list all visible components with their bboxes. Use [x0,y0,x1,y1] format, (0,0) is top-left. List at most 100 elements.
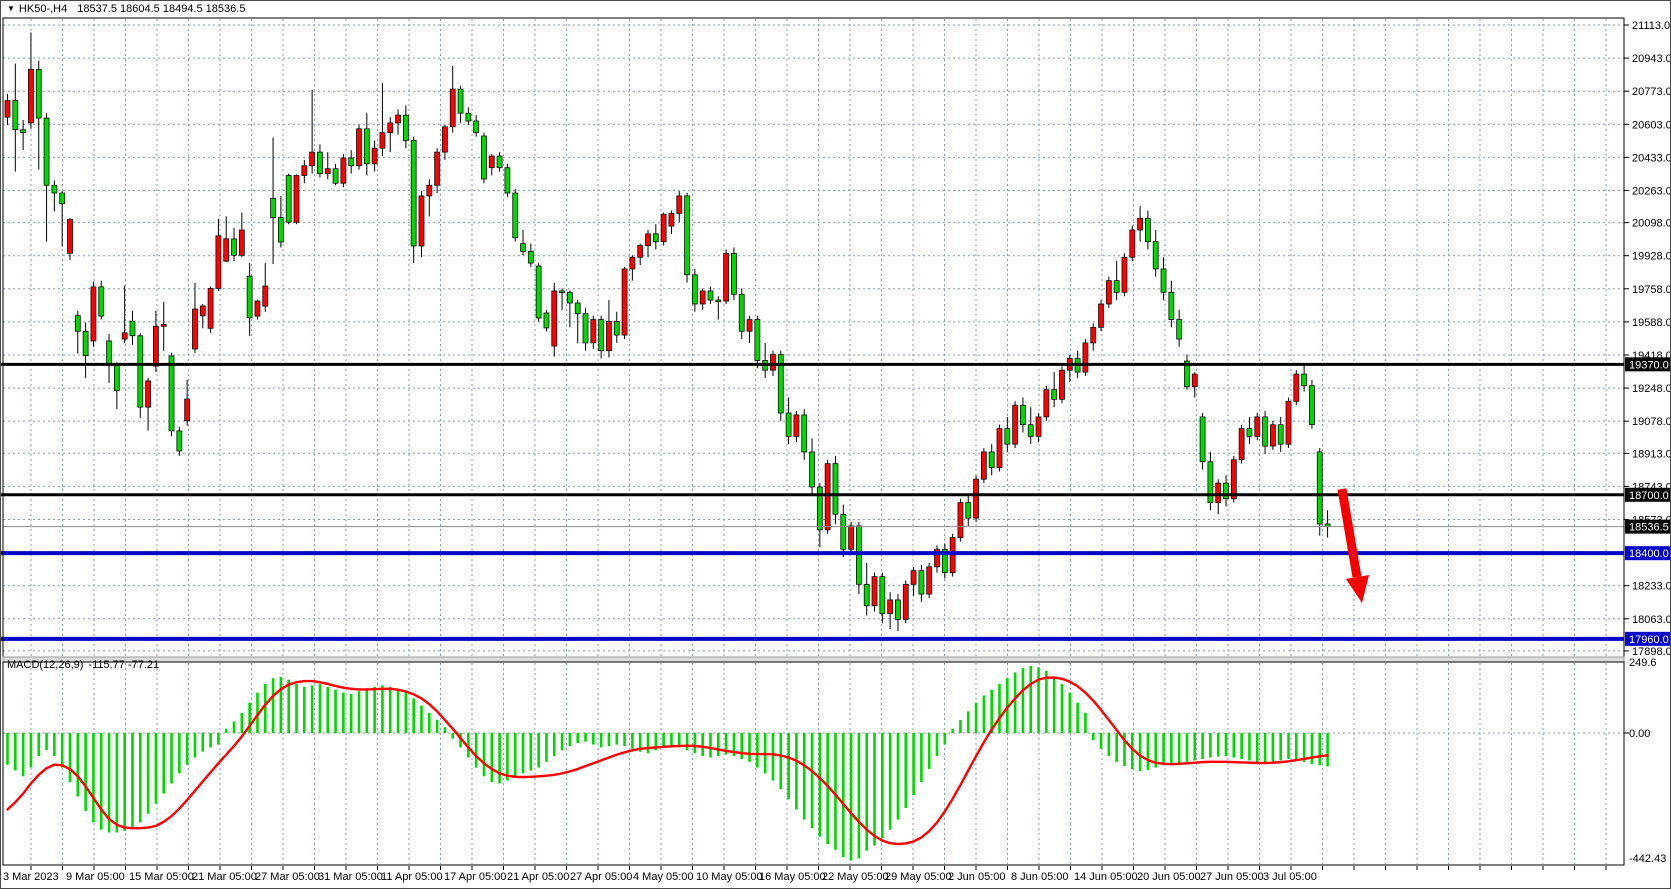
macd-params-label: MACD(12,26,9) [7,659,83,671]
time-axis-label: 16 May 05:00 [759,871,826,883]
macd-histogram-bar [14,733,17,770]
time-axis-label: 8 Jun 05:00 [1011,871,1069,883]
candle-body [419,196,424,246]
macd-histogram-bar [147,733,150,814]
macd-histogram-bar [1029,666,1032,733]
candle-body [44,118,49,185]
time-axis-label: 27 Jun 05:00 [1200,871,1264,883]
macd-histogram-bar [194,733,197,758]
time-axis-label: 31 Mar 05:00 [318,871,383,883]
candle-body [1153,242,1158,269]
macd-histogram-bar [983,696,986,733]
macd-histogram-bar [975,703,978,733]
time-axis-label: 21 Apr 05:00 [507,871,569,883]
candle-body [325,169,330,174]
macd-histogram-bar [686,733,689,750]
candle-body [91,287,96,341]
candle-body [903,584,908,619]
time-axis-label: 9 Mar 05:00 [66,871,125,883]
price-badge-label: 19370.0 [1629,359,1669,371]
macd-histogram-bar [1108,733,1111,756]
candle-body [60,193,65,204]
price-axis-label: 19928.0 [1632,251,1671,263]
candle-body [497,156,502,168]
macd-histogram-bar [350,694,353,733]
macd-histogram-bar [170,733,173,783]
macd-histogram-bar [280,677,283,733]
candle-body [185,399,190,421]
candle-body [1270,425,1275,446]
candle-body [685,196,690,275]
chart-canvas[interactable]: 21113.020943.020773.020603.020433.020263… [1,1,1671,889]
candle-body [1028,425,1033,437]
macd-histogram-bar [272,678,275,733]
time-axis-label: 27 Mar 05:00 [255,871,320,883]
macd-histogram-bar [451,733,454,739]
macd-histogram-bar [779,733,782,789]
time-axis-label: 2 Jun 05:00 [948,871,1006,883]
time-axis-label: 11 Apr 05:00 [381,871,443,883]
candle-body [36,69,41,118]
macd-histogram-bar [873,733,876,845]
macd-histogram-bar [740,733,743,759]
candle-body [1106,281,1111,304]
candle-body [1192,374,1197,387]
macd-histogram-bar [545,733,548,762]
macd-histogram-bar [803,733,806,820]
macd-histogram-bar [1201,733,1204,759]
price-axis-label: 18913.0 [1632,448,1671,460]
candle-body [638,246,643,258]
macd-histogram-bar [139,733,142,822]
macd-histogram-bar [1115,733,1118,762]
candle-body [974,479,979,518]
time-axis-label: 22 May 05:00 [822,871,889,883]
candle-body [1036,417,1041,436]
candle-body [481,136,486,179]
macd-histogram-bar [959,720,962,733]
macd-histogram-bar [233,721,236,733]
macd-histogram-bar [342,693,345,733]
candle-body [1255,417,1260,436]
candle-body [1013,405,1018,444]
macd-histogram-bar [1193,733,1196,760]
time-axis-label: 3 Jul 05:00 [1263,871,1317,883]
candle-body [1169,292,1174,319]
macd-histogram-bar [1287,733,1290,759]
candle-body [286,175,291,222]
macd-histogram-bar [1225,733,1228,756]
candle-body [208,288,213,328]
candle-body [1200,417,1205,462]
chart-title: ▼HK50-,H418537.5 18604.5 18494.5 18536.5 [7,3,245,15]
candle-body [1208,462,1213,503]
candle-body [786,413,791,436]
price-axis-label: 19758.0 [1632,284,1671,296]
macd-histogram-bar [647,733,650,753]
candle-body [630,257,635,269]
candle-body [966,503,971,519]
candle-body [458,89,463,113]
candle-body [739,294,744,331]
macd-histogram-bar [1295,733,1298,760]
candle-body [849,526,854,549]
candle-body [864,584,869,605]
candle-body [435,152,440,185]
candle-body [427,185,432,196]
price-axis-label: 20773.0 [1632,86,1671,98]
macd-histogram-bar [1162,733,1165,765]
candle-body [622,269,627,335]
macd-histogram-bar [30,733,33,768]
panel-separator[interactable] [3,657,1624,662]
candle-body [83,331,88,355]
candle-body [1309,386,1314,425]
macd-histogram-bar [1240,733,1243,759]
macd-histogram-bar [561,733,564,750]
candle-body [614,322,619,336]
candle-body [841,514,846,549]
macd-histogram-bar [303,687,306,733]
collapse-triangle-icon[interactable]: ▼ [7,4,15,13]
macd-histogram-bar [670,733,673,746]
candle-body [200,306,205,316]
macd-histogram-bar [1178,733,1181,763]
macd-histogram-bar [1076,703,1079,733]
candle-body [466,113,471,121]
